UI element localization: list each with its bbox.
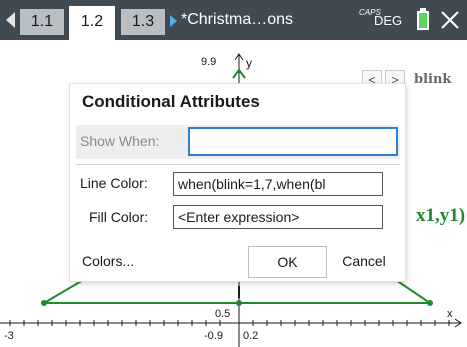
cancel-button[interactable]: Cancel [326, 246, 402, 278]
previous-page-arrow-icon[interactable] [6, 12, 15, 28]
tab-1-3[interactable]: 1.3 [121, 9, 165, 35]
battery-icon [417, 11, 429, 30]
point-label: x1,y1) [416, 205, 466, 226]
close-icon[interactable] [440, 9, 460, 31]
y-max-label: 9.9 [201, 56, 217, 68]
tab-1-1[interactable]: 1.1 [20, 9, 64, 35]
line-color-value: when(blink=1,7,when(bl [178, 176, 326, 192]
angle-mode-indicator: DEG [374, 13, 403, 28]
dialog-title: Conditional Attributes [82, 92, 260, 111]
line-color-label: Line Color: [80, 175, 148, 191]
line-color-input[interactable]: when(blink=1,7,when(bl [173, 172, 383, 196]
ok-button[interactable]: OK [248, 246, 327, 278]
line-value-label: 0.5 [215, 308, 231, 320]
y-min-label: -0.9 [204, 330, 223, 342]
slider-variable-name: blink [414, 72, 452, 87]
x-min-label: -3 [4, 330, 14, 342]
document-title: *Christma…ons [181, 11, 294, 28]
top-bar: 1.1 1.2 1.3 *Christma…ons CAPS DEG [0, 0, 467, 40]
show-when-input[interactable] [188, 127, 398, 156]
x-tick-label: 0.2 [243, 330, 259, 342]
separator [76, 164, 400, 165]
colors-button[interactable]: Colors... [82, 246, 162, 276]
conditional-attributes-dialog: Conditional Attributes Show When: Line C… [70, 84, 405, 281]
y-axis-label: y [246, 56, 252, 70]
x-axis-label: x [447, 308, 453, 320]
fill-color-input[interactable]: <Enter expression> [173, 205, 383, 229]
show-when-label: Show When: [80, 133, 160, 149]
document-arrow-icon [170, 15, 177, 27]
fill-color-label: Fill Color: [89, 209, 149, 225]
tab-1-2[interactable]: 1.2 [69, 6, 115, 40]
